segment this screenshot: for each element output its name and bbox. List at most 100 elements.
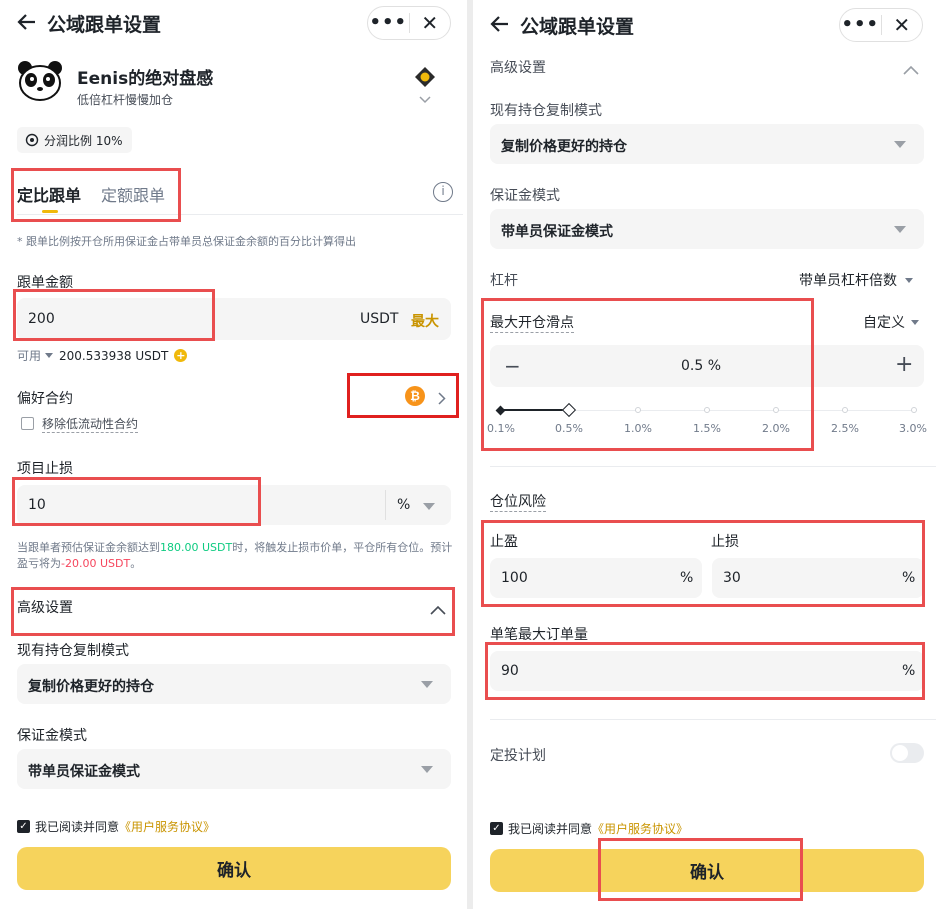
preferred-label: 偏好合约 bbox=[17, 391, 73, 407]
info-icon[interactable]: i bbox=[433, 182, 453, 202]
dca-toggle-knob bbox=[892, 745, 908, 761]
slider-tick[interactable] bbox=[773, 407, 779, 413]
slider-tick-label: 2.0% bbox=[762, 422, 790, 435]
copy-mode-select[interactable]: 复制价格更好的持仓 bbox=[17, 664, 451, 704]
stop-loss-label: 止损 bbox=[711, 534, 739, 550]
margin-mode-caret-icon bbox=[421, 766, 433, 773]
slider-tick-label: 1.5% bbox=[693, 422, 721, 435]
stop-loss-unit: % bbox=[902, 570, 916, 586]
right-panel: 公域跟单设置 ••• ✕ 高级设置 现有持仓复制模式 复制价格更好的持仓 保证金… bbox=[473, 0, 940, 909]
stop-loss-unit-caret-icon[interactable] bbox=[423, 503, 435, 510]
slider-tick[interactable] bbox=[842, 407, 848, 413]
header-capsule: ••• ✕ bbox=[367, 6, 451, 40]
leverage-label: 杠杆 bbox=[490, 273, 518, 289]
available-value: 200.533938 USDT bbox=[59, 348, 169, 363]
available-label: 可用 bbox=[17, 349, 42, 363]
section-divider bbox=[490, 466, 936, 467]
max-order-label: 单笔最大订单量 bbox=[490, 627, 588, 643]
leverage-select[interactable]: 带单员杠杆倍数 bbox=[799, 270, 913, 290]
take-profit-input[interactable]: 100 % bbox=[490, 558, 702, 598]
avatar bbox=[17, 61, 63, 105]
slippage-stepper[interactable]: − 0.5 % + bbox=[490, 345, 924, 387]
slider-tick[interactable] bbox=[704, 407, 710, 413]
slider-tick[interactable] bbox=[635, 407, 641, 413]
stop-loss-label: 项目止损 bbox=[17, 461, 73, 477]
remove-low-liquidity-label: 移除低流动性合约 bbox=[42, 415, 139, 433]
note-part-c: 。 bbox=[130, 557, 142, 570]
slippage-slider[interactable]: 0.1% 0.5% 1.0% 1.5% 2.0% 2.5% 3.0% bbox=[487, 402, 927, 435]
agreement-link[interactable]: 《用户服务协议》 bbox=[592, 822, 688, 836]
trader-desc: 低倍杠杆慢慢加仓 bbox=[77, 93, 174, 107]
slider-fill bbox=[500, 409, 569, 411]
slider-tick-label: 3.0% bbox=[899, 422, 927, 435]
agreement-prefix: 我已阅读并同意 bbox=[508, 822, 593, 836]
remove-low-liquidity-checkbox[interactable] bbox=[21, 417, 34, 430]
bitcoin-icon: ₿ bbox=[405, 386, 425, 406]
slippage-mode-caret-icon bbox=[911, 319, 919, 325]
agreement-text: 我已阅读并同意《用户服务协议》 bbox=[508, 820, 688, 837]
max-order-unit: % bbox=[902, 663, 916, 679]
tab-ratio[interactable]: 定比跟单 bbox=[17, 182, 81, 206]
agreement-text: 我已阅读并同意《用户服务协议》 bbox=[35, 818, 215, 835]
page-title: 公域跟单设置 bbox=[520, 16, 635, 38]
stop-loss-input[interactable]: 30 % bbox=[712, 558, 924, 598]
advanced-label: 高级设置 bbox=[17, 600, 73, 616]
slider-handle[interactable] bbox=[561, 402, 577, 418]
plus-button[interactable]: + bbox=[895, 352, 913, 377]
chevron-down-icon[interactable] bbox=[419, 93, 431, 107]
more-dots-icon[interactable]: ••• bbox=[840, 10, 881, 40]
amount-value[interactable]: 200 bbox=[28, 311, 55, 327]
chevron-right-icon[interactable] bbox=[438, 390, 446, 409]
agreement-checkbox[interactable]: ✓ bbox=[490, 822, 503, 835]
confirm-button[interactable]: 确认 bbox=[490, 849, 924, 892]
more-dots-icon[interactable]: ••• bbox=[368, 8, 409, 38]
chevron-up-icon[interactable] bbox=[430, 600, 446, 619]
note-pnl: -20.00 USDT bbox=[61, 557, 131, 570]
stop-loss-note: 当跟单者预估保证金余额达到180.00 USDT时，将触发止损市价单，平仓所有仓… bbox=[17, 540, 453, 572]
slider-tick[interactable] bbox=[911, 407, 917, 413]
close-icon[interactable]: ✕ bbox=[881, 10, 922, 40]
page-title: 公域跟单设置 bbox=[47, 14, 162, 36]
minus-button[interactable]: − bbox=[504, 354, 521, 378]
ratio-note: * 跟单比例按开仓所用保证金占带单员总保证金余额的百分比计算得出 bbox=[17, 235, 356, 248]
agreement-link[interactable]: 《用户服务协议》 bbox=[119, 820, 215, 834]
margin-mode-select[interactable]: 带单员保证金模式 bbox=[490, 209, 924, 249]
highlight-advanced bbox=[11, 587, 455, 636]
stop-loss-separator bbox=[385, 490, 386, 520]
back-arrow-icon[interactable] bbox=[17, 12, 37, 37]
margin-mode-caret-icon bbox=[894, 226, 906, 233]
leverage-caret-icon bbox=[905, 277, 913, 283]
risk-label: 仓位风险 bbox=[490, 491, 546, 512]
take-profit-value[interactable]: 100 bbox=[501, 570, 528, 586]
slider-start-marker[interactable] bbox=[495, 405, 506, 416]
margin-mode-label: 保证金模式 bbox=[17, 728, 87, 744]
confirm-button[interactable]: 确认 bbox=[17, 847, 451, 890]
amount-input[interactable]: 200 USDT 最大 bbox=[17, 298, 451, 340]
slippage-mode: 自定义 bbox=[863, 315, 905, 331]
stop-loss-input[interactable]: 10 % bbox=[17, 485, 451, 525]
tab-fixed[interactable]: 定额跟单 bbox=[101, 182, 165, 206]
slippage-mode-select[interactable]: 自定义 bbox=[863, 312, 919, 332]
stop-loss-value[interactable]: 10 bbox=[28, 497, 46, 513]
active-tab-indicator bbox=[42, 210, 58, 213]
leverage-value: 带单员杠杆倍数 bbox=[799, 273, 897, 289]
copy-mode-value: 复制价格更好的持仓 bbox=[28, 679, 154, 695]
stop-loss-value[interactable]: 30 bbox=[723, 570, 741, 586]
max-button[interactable]: 最大 bbox=[411, 311, 439, 331]
trader-badge-icon bbox=[414, 66, 436, 92]
max-order-value[interactable]: 90 bbox=[501, 663, 519, 679]
margin-mode-select[interactable]: 带单员保证金模式 bbox=[17, 749, 451, 789]
add-funds-icon[interactable]: + bbox=[174, 349, 188, 362]
close-icon[interactable]: ✕ bbox=[409, 8, 450, 38]
agreement-checkbox[interactable]: ✓ bbox=[17, 820, 30, 833]
available-caret-icon[interactable] bbox=[45, 353, 54, 358]
chevron-up-icon[interactable] bbox=[903, 60, 919, 79]
dca-toggle[interactable] bbox=[890, 743, 924, 763]
max-order-input[interactable]: 90 % bbox=[490, 651, 924, 691]
dca-label: 定投计划 bbox=[490, 748, 546, 764]
amount-unit: USDT bbox=[360, 311, 399, 327]
copy-mode-select[interactable]: 复制价格更好的持仓 bbox=[490, 124, 924, 164]
tabs-divider bbox=[17, 214, 463, 215]
copy-mode-value: 复制价格更好的持仓 bbox=[501, 139, 627, 155]
back-arrow-icon[interactable] bbox=[490, 14, 510, 39]
